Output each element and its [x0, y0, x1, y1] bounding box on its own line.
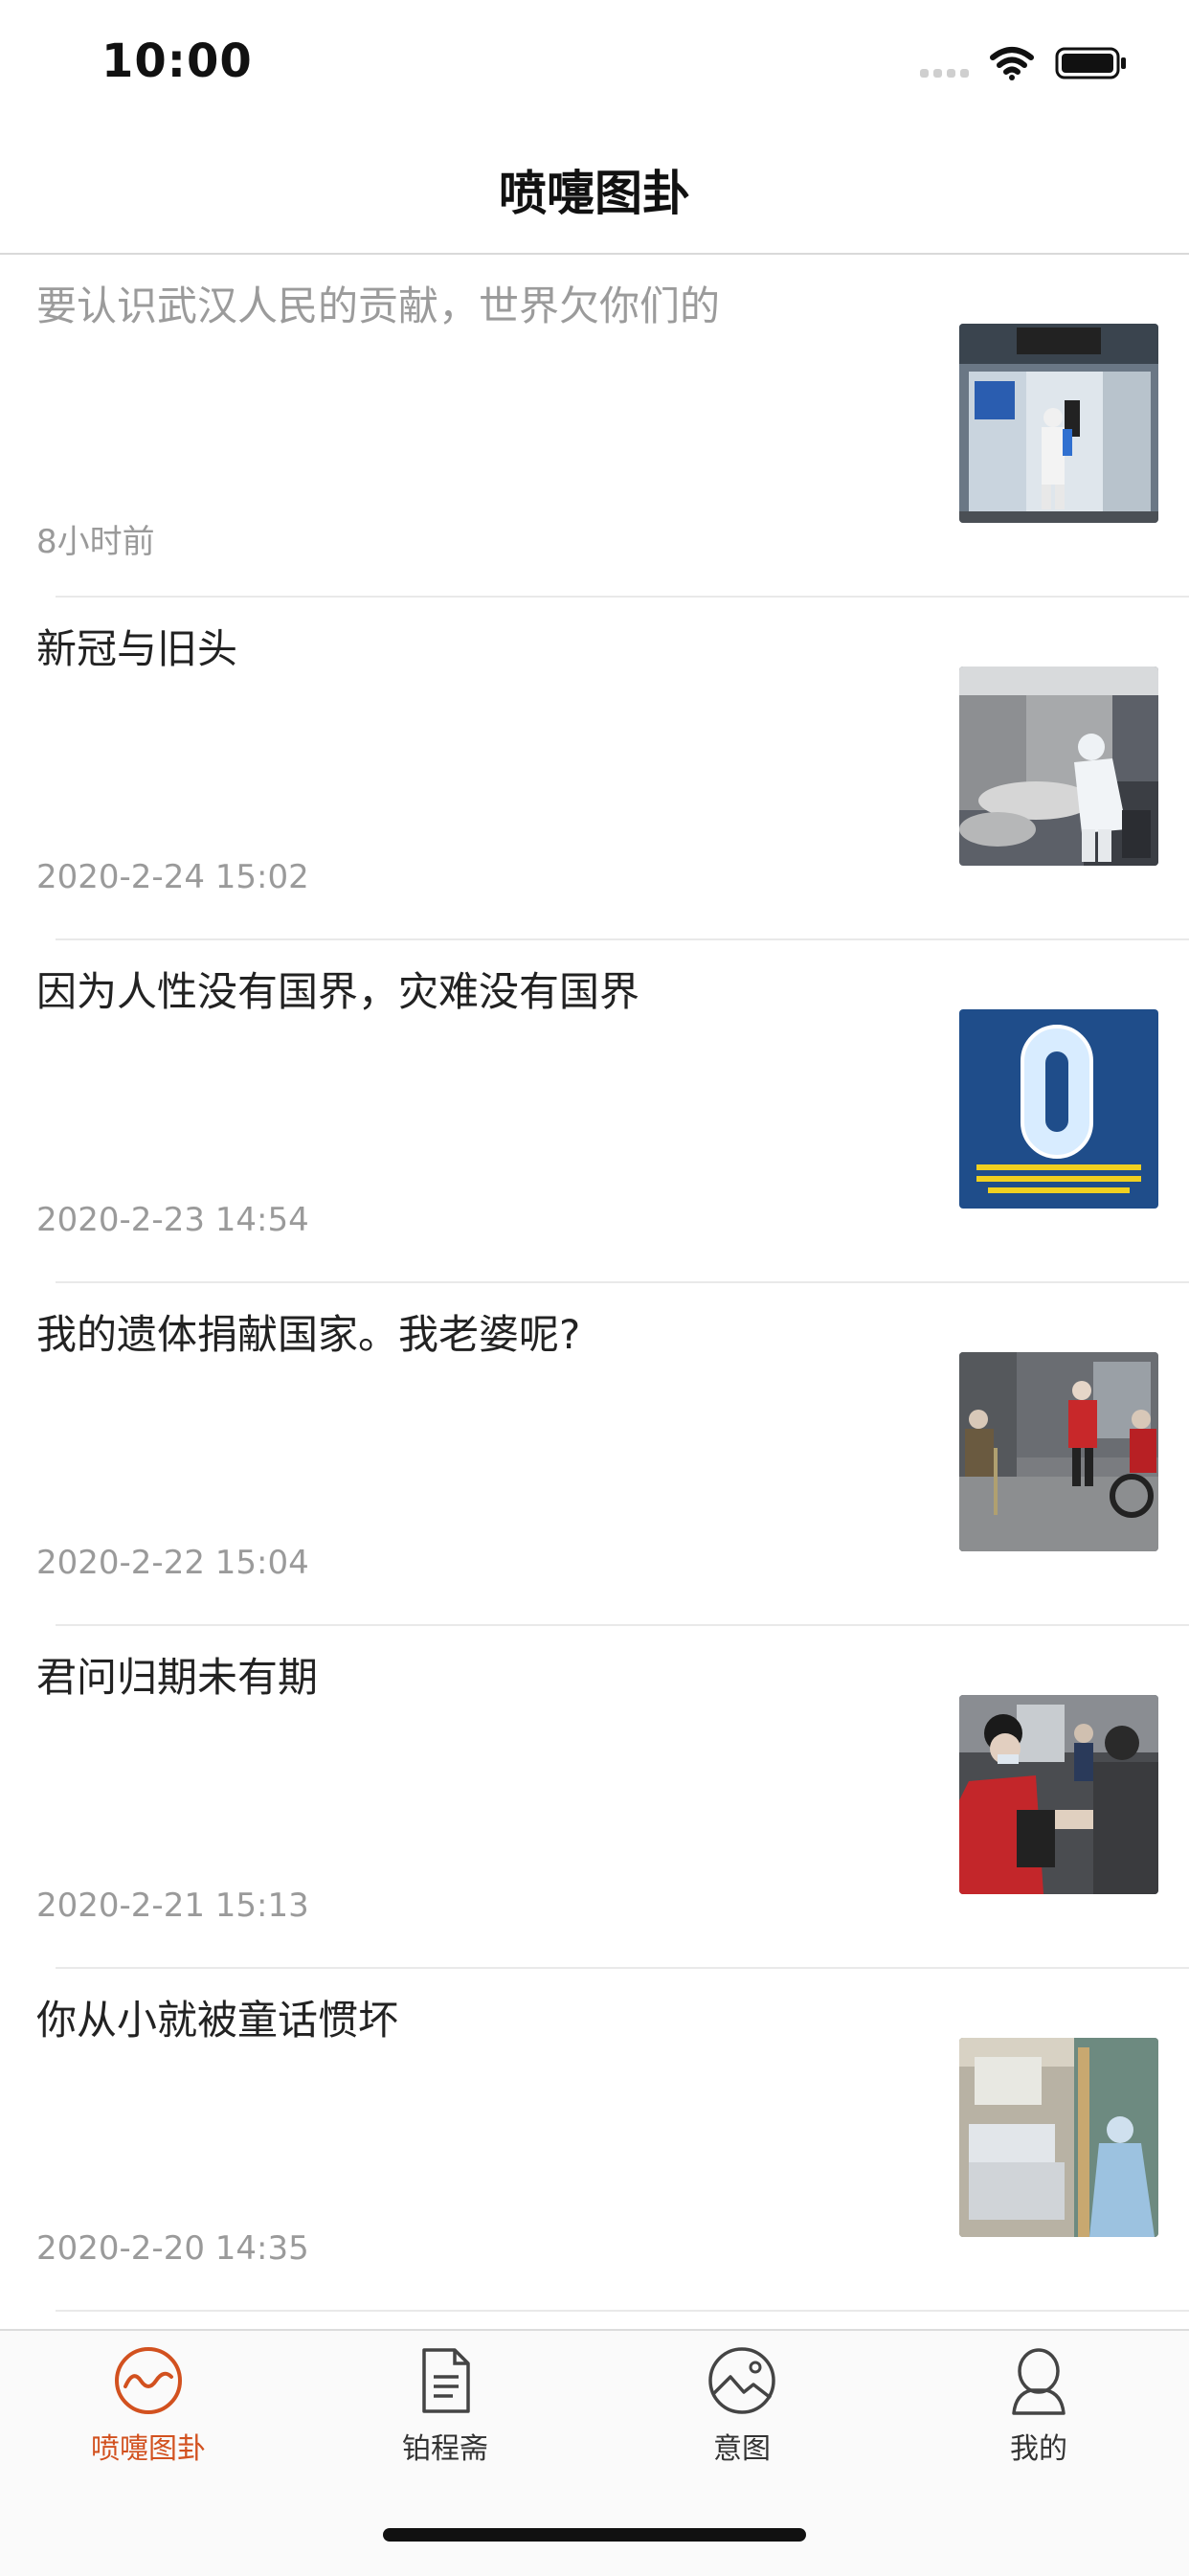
article-time: 2020-2-21 15:13: [36, 1887, 309, 1925]
article-time: 8小时前: [36, 523, 155, 561]
page-title: 喷嚏图卦: [499, 166, 690, 221]
list-item[interactable]: 君问归期未有期 2020-2-21 15:13: [0, 1626, 1189, 1969]
article-time: 2020-2-23 14:54: [36, 1201, 309, 1239]
landscape-circle-icon: [708, 2347, 775, 2414]
article-title: 你从小就被童话惯坏: [36, 1997, 399, 2044]
list-item[interactable]: 要认识武汉人民的贡献，世界欠你们的 8小时前: [0, 255, 1189, 598]
article-time: 2020-2-22 15:04: [36, 1544, 309, 1582]
tab-penti-tugua[interactable]: 喷嚏图卦: [0, 2344, 297, 2488]
status-bar: 10:00: [0, 0, 1189, 126]
article-thumbnail: [959, 1695, 1158, 1894]
article-title: 君问归期未有期: [36, 1654, 319, 1701]
status-icons: [920, 44, 1128, 82]
tab-label: 铂程斋: [402, 2432, 488, 2466]
article-thumbnail: [959, 1352, 1158, 1551]
tab-profile[interactable]: 我的: [890, 2344, 1187, 2488]
tab-yitu[interactable]: 意图: [594, 2344, 890, 2488]
article-title: 因为人性没有国界，灾难没有国界: [36, 968, 640, 1015]
tab-bochengzhai[interactable]: 铂程斋: [297, 2344, 594, 2488]
battery-icon: [1055, 47, 1126, 79]
document-icon: [422, 2348, 470, 2413]
article-thumbnail: [959, 2038, 1158, 2237]
tab-label: 喷嚏图卦: [91, 2432, 206, 2466]
cellular-signal-icon: [920, 49, 969, 78]
wave-circle-icon: [115, 2347, 182, 2414]
person-icon: [1012, 2348, 1066, 2415]
article-list: 要认识武汉人民的贡献，世界欠你们的 8小时前 新冠与旧头 2020-2-24 1…: [0, 255, 1189, 2312]
article-thumbnail: [959, 324, 1158, 523]
navigation-bar: 喷嚏图卦: [0, 126, 1189, 255]
list-item[interactable]: 因为人性没有国界，灾难没有国界 2020-2-23 14:54: [0, 940, 1189, 1283]
article-title: 要认识武汉人民的贡献，世界欠你们的: [36, 282, 721, 329]
list-item[interactable]: 你从小就被童话惯坏 2020-2-20 14:35: [0, 1969, 1189, 2312]
article-title: 我的遗体捐献国家。我老婆呢?: [36, 1311, 581, 1358]
tab-label: 我的: [1010, 2432, 1067, 2466]
tab-label: 意图: [713, 2432, 771, 2466]
article-thumbnail: [959, 1009, 1158, 1209]
status-time: 10:00: [101, 34, 253, 88]
article-time: 2020-2-24 15:02: [36, 858, 309, 896]
list-item[interactable]: 我的遗体捐献国家。我老婆呢? 2020-2-22 15:04: [0, 1283, 1189, 1626]
list-item[interactable]: 新冠与旧头 2020-2-24 15:02: [0, 598, 1189, 940]
wifi-icon: [990, 47, 1034, 80]
home-indicator[interactable]: [383, 2528, 806, 2542]
article-title: 新冠与旧头: [36, 625, 238, 672]
article-thumbnail: [959, 667, 1158, 866]
article-time: 2020-2-20 14:35: [36, 2229, 309, 2268]
